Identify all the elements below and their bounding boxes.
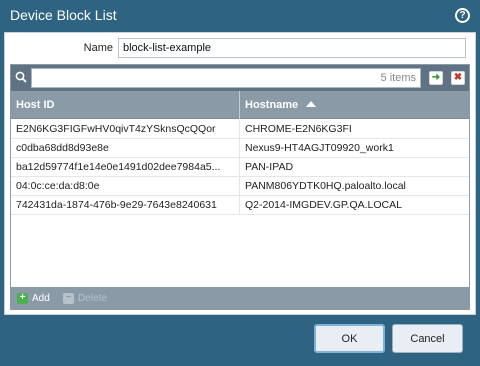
host-id-cell: c0dba68dd8d93e8e [11, 139, 240, 158]
host-id-cell: 04:0c:ce:da:d8:0e [11, 177, 240, 196]
host-id-cell: 742431da-1874-476b-9e29-7643e8240631 [11, 196, 240, 215]
hostname-cell: Q2-2014-IMGDEV.GP.QA.LOCAL [245, 199, 402, 211]
ok-button[interactable]: OK [314, 324, 385, 353]
table-row[interactable]: c0dba68dd8d93e8e Nexus9-HT4AGJT09920_wor… [11, 139, 469, 158]
grid-toolbar: 5 items ➜ ✖ [11, 65, 469, 91]
add-icon: + [17, 292, 28, 304]
clear-filter-button[interactable]: ✖ [451, 71, 465, 85]
add-label: Add [32, 292, 50, 304]
hostname-cell: CHROME-E2N6KG3FI [245, 123, 352, 135]
delete-icon: − [63, 292, 74, 304]
apply-filter-button[interactable]: ➜ [429, 71, 443, 85]
table-row[interactable]: E2N6KG3FIGFwHV0qivT4zYSknsQcQQor CHROME-… [11, 120, 469, 139]
add-button[interactable]: + Add [17, 291, 50, 305]
hostname-cell: PAN-IPAD [245, 161, 294, 173]
cancel-button[interactable]: Cancel [392, 324, 463, 353]
dialog-title: Device Block List [10, 7, 117, 23]
table-row[interactable]: 04:0c:ce:da:d8:0e PANM806YDTK0HQ.paloalt… [11, 177, 469, 196]
grid-footer: + Add − Delete [11, 287, 469, 309]
delete-label: Delete [78, 292, 107, 304]
grid-header: Host ID Hostname [11, 91, 469, 119]
name-row: Name [5, 38, 475, 60]
column-label: Hostname [245, 99, 299, 111]
column-header-hostname[interactable]: Hostname [240, 91, 469, 119]
host-grid: 5 items ➜ ✖ Host ID Hostname E2N6KG3FIGF… [10, 64, 470, 310]
dialog-content: Name 5 items ➜ ✖ Host ID Hostname [4, 32, 476, 315]
dialog-actions: OK Cancel [0, 315, 480, 366]
table-row[interactable]: 742431da-1874-476b-9e29-7643e8240631 Q2-… [11, 196, 469, 215]
host-id-cell: E2N6KG3FIGFwHV0qivT4zYSknsQcQQor [11, 120, 240, 139]
name-label: Name [83, 42, 113, 54]
column-header-host-id[interactable]: Host ID [11, 91, 240, 119]
dialog-titlebar: Device Block List ? [0, 0, 480, 32]
grid-rows: E2N6KG3FIGFwHV0qivT4zYSknsQcQQor CHROME-… [11, 120, 469, 215]
search-icon [15, 71, 27, 83]
sort-ascending-icon [306, 101, 317, 107]
delete-button[interactable]: − Delete [63, 291, 107, 305]
filter-field: 5 items [31, 68, 421, 88]
item-count: 5 items [380, 72, 416, 84]
column-label: Host ID [16, 99, 55, 111]
filter-input[interactable] [31, 68, 421, 88]
hostname-cell: PANM806YDTK0HQ.paloalto.local [245, 180, 406, 192]
hostname-cell: Nexus9-HT4AGJT09920_work1 [245, 142, 394, 154]
host-id-cell: ba12d59774f1e14e0e1491d02dee7984a5... [11, 158, 240, 177]
name-input[interactable] [118, 38, 466, 58]
table-row[interactable]: ba12d59774f1e14e0e1491d02dee7984a5... PA… [11, 158, 469, 177]
help-icon[interactable]: ? [455, 8, 470, 23]
